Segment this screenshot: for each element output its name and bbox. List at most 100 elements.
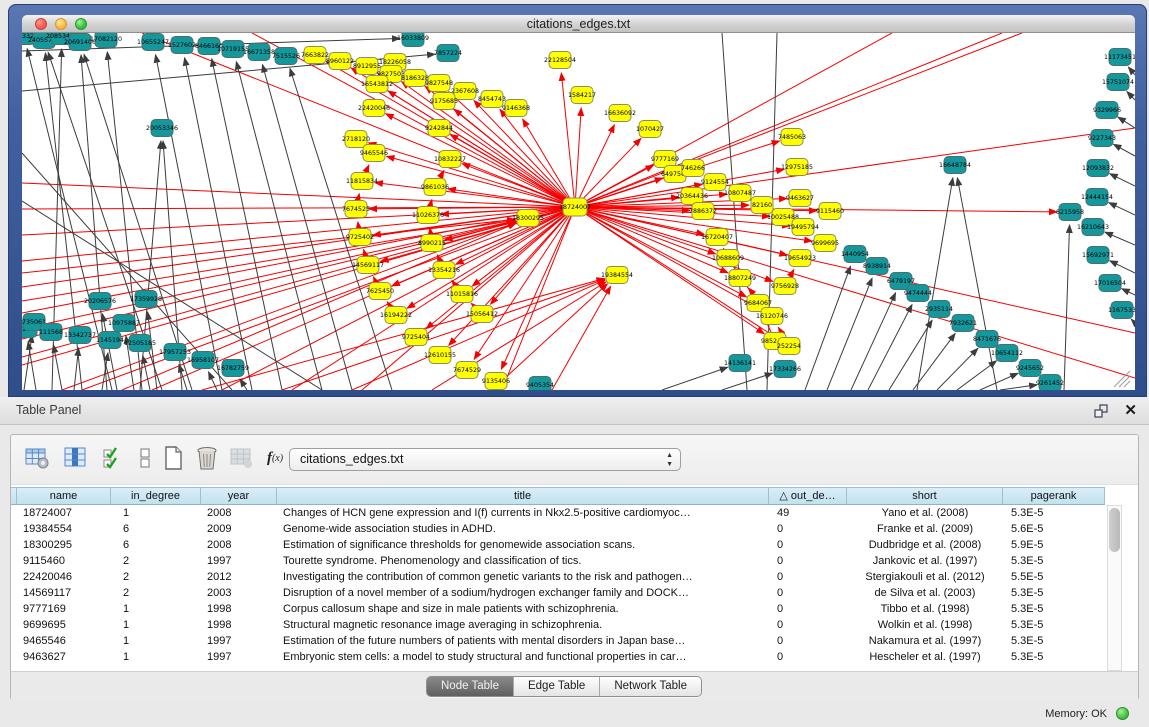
graph-node[interactable]: 10655247 [137, 34, 169, 51]
graph-node[interactable]: 16194222 [380, 307, 412, 324]
graph-node[interactable]: 8215958 [1056, 204, 1084, 221]
graph-node[interactable]: 252254 [777, 338, 801, 355]
select-columns-icon[interactable] [61, 444, 89, 472]
table-row[interactable]: 977716911998Corpus callosum shape and si… [11, 601, 1105, 617]
graph-node[interactable]: 7857224 [434, 45, 462, 62]
graph-node[interactable]: 111568 [39, 324, 63, 341]
graph-node[interactable]: 9242844 [425, 120, 453, 137]
graph-node[interactable]: 17016504 [1094, 275, 1126, 292]
graph-node[interactable]: 16720407 [701, 229, 733, 246]
graph-node[interactable]: 16033809 [397, 33, 429, 47]
graph-node[interactable]: 12975185 [781, 159, 813, 176]
graph-node[interactable]: 9463627 [786, 190, 814, 207]
resize-grip-icon[interactable] [1124, 381, 1130, 387]
graph-node[interactable]: 15692971 [1082, 247, 1114, 264]
column-header-out_degree[interactable]: △ out_de… [769, 487, 847, 505]
graph-node[interactable]: 12610155 [424, 347, 456, 364]
delete-icon[interactable] [193, 444, 221, 472]
graph-node[interactable]: 11026376 [412, 207, 444, 224]
graph-node[interactable]: 9146368 [502, 100, 530, 117]
graph-node[interactable]: 8938914 [863, 258, 891, 275]
table-row[interactable]: 969969511998Structural magnetic resonanc… [11, 617, 1105, 633]
graph-node[interactable]: 9827548 [425, 75, 453, 92]
memory-status-indicator[interactable] [1116, 707, 1129, 720]
graph-node[interactable]: 7674529 [453, 362, 481, 379]
graph-node[interactable]: 1584217 [568, 87, 596, 104]
graph-node[interactable]: 9465546 [360, 145, 388, 162]
graph-node[interactable]: 2935114 [925, 301, 953, 318]
resize-grip-icon[interactable] [1119, 376, 1130, 387]
table-settings-icon[interactable] [23, 444, 51, 472]
graph-node[interactable]: 13354216 [428, 262, 460, 279]
graph-node[interactable]: 18724007 [559, 198, 591, 216]
column-header-name[interactable]: name [17, 487, 111, 505]
graph-node[interactable]: 12093832 [1082, 160, 1114, 177]
graph-node[interactable]: 11173451 [1104, 49, 1135, 66]
graph-node[interactable]: 1070427 [636, 121, 664, 138]
graph-node[interactable]: 9329966 [1093, 102, 1121, 119]
graph-node[interactable]: 746266 [681, 160, 705, 177]
graph-node[interactable]: 9725404 [402, 329, 430, 346]
graph-node[interactable]: 15751074 [1102, 74, 1134, 91]
window-titlebar[interactable]: citations_edges.txt [22, 15, 1135, 33]
graph-node[interactable]: 20053346 [146, 120, 178, 137]
table-scrollbar[interactable] [1107, 505, 1122, 671]
graph-node[interactable]: 22420046 [358, 100, 390, 117]
graph-node[interactable]: 9725402 [346, 229, 374, 246]
close-icon[interactable]: ✕ [1124, 401, 1137, 419]
table-row[interactable]: 1872400712008Changes of HCN gene express… [11, 505, 1105, 521]
graph-node[interactable]: 12505185 [124, 335, 156, 352]
graph-node[interactable]: 1527602 [168, 37, 196, 54]
network-canvas[interactable]: 1872400776638228960122891295518226058982… [22, 33, 1135, 390]
graph-node[interactable]: 9405354 [526, 377, 554, 391]
graph-node[interactable]: 13342737 [64, 327, 96, 344]
graph-node[interactable]: 82160 [751, 197, 773, 214]
graph-node[interactable]: 1167533 [1108, 302, 1135, 319]
table-row[interactable]: 1938455462009Genome-wide association stu… [11, 521, 1105, 537]
graph-node[interactable]: 9245652 [1016, 360, 1044, 377]
table-row[interactable]: 946362711997Embryonic stem cells: a mode… [11, 649, 1105, 665]
column-header-in_degree[interactable]: in_degree [111, 487, 201, 505]
tab-edge-table[interactable]: Edge Table [514, 677, 600, 696]
column-header-pagerank[interactable]: pagerank [1003, 487, 1105, 505]
graph-node[interactable]: 9261452 [1036, 375, 1064, 391]
table-row[interactable]: 911546021997Tourette syndrome. Phenomeno… [11, 553, 1105, 569]
graph-node[interactable]: 8960122 [326, 53, 354, 70]
column-header-short[interactable]: short [847, 487, 1003, 505]
graph-node[interactable]: 7932621 [949, 315, 977, 332]
graph-node[interactable]: 1440954 [841, 246, 869, 263]
graph-node[interactable]: 7886372 [689, 203, 717, 220]
graph-node[interactable]: 7663822 [301, 47, 329, 64]
table-selector-dropdown[interactable]: citations_edges.txt ▲▼ [289, 448, 681, 471]
graph-node[interactable]: 11815834 [346, 173, 378, 190]
graph-node[interactable]: 9474444 [904, 285, 932, 302]
graph-node[interactable]: 9777169 [651, 151, 679, 168]
graph-node[interactable]: 22128504 [544, 52, 576, 69]
graph-node[interactable]: 19384554 [601, 267, 633, 284]
graph-node[interactable]: 7674525 [342, 201, 370, 218]
graph-node[interactable]: 9756928 [771, 278, 799, 295]
graph-node[interactable]: 17334266 [769, 361, 801, 378]
graph-node[interactable]: 11015816 [446, 286, 478, 303]
column-header-title[interactable]: title [277, 487, 769, 505]
table-row[interactable]: 1456911722003Disruption of a novel membe… [11, 585, 1105, 601]
network-graph[interactable]: 1872400776638228960122891295518226058982… [22, 33, 1135, 390]
graph-node[interactable]: 7485063 [778, 129, 806, 146]
column-header-year[interactable]: year [201, 487, 277, 505]
graph-node[interactable]: 10688609 [712, 250, 744, 267]
graph-node[interactable]: 9135406 [482, 373, 510, 390]
graph-node[interactable]: 9115460 [816, 203, 844, 220]
table-row[interactable]: 946554611997Estimation of the future num… [11, 633, 1105, 649]
graph-node[interactable]: 9861036 [421, 179, 449, 196]
tab-network-table[interactable]: Network Table [600, 677, 701, 696]
graph-node[interactable]: 8990215 [418, 235, 446, 252]
graph-node[interactable]: 9124554 [701, 174, 729, 191]
table-scrollbar-thumb[interactable] [1109, 508, 1120, 552]
graph-node[interactable]: 7625450 [366, 283, 394, 300]
graph-node[interactable]: 15056412 [466, 306, 498, 323]
graph-node[interactable]: 16648784 [939, 157, 971, 174]
tab-node-table[interactable]: Node Table [427, 677, 514, 696]
graph-node[interactable]: 7515526 [272, 48, 300, 65]
graph-node[interactable]: 8471676 [973, 331, 1001, 348]
graph-node[interactable]: 16958107 [187, 352, 219, 369]
